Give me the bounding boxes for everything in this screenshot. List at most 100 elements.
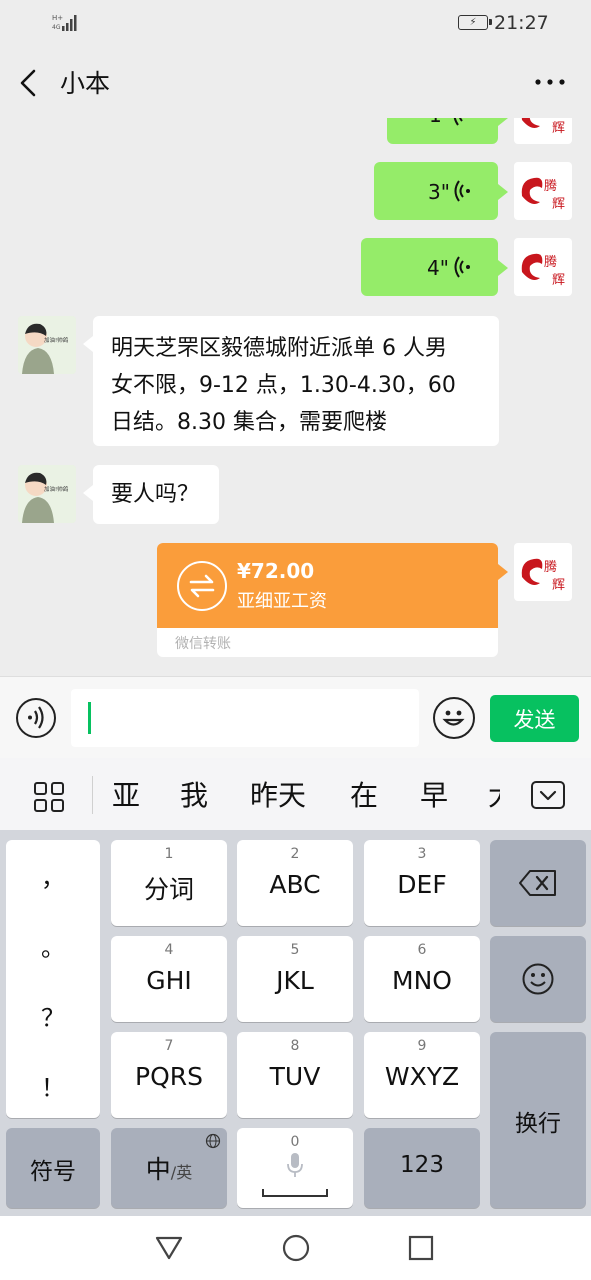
input-bar: 发送	[0, 676, 591, 758]
key-number: 1	[164, 846, 174, 862]
emoji-key[interactable]	[490, 936, 586, 1022]
globe-icon	[205, 1133, 221, 1149]
message-input[interactable]	[71, 689, 419, 747]
voice-message[interactable]: 4"	[361, 238, 508, 296]
key-number: 8	[290, 1038, 300, 1054]
key-6[interactable]: 6 MNO	[364, 936, 480, 1022]
ime-menu-grid-icon[interactable]	[33, 781, 65, 813]
key-number: 9	[417, 1038, 427, 1054]
dragon-logo-icon: 腾 辉	[521, 177, 565, 212]
keyboard-collapse-icon[interactable]	[530, 780, 566, 810]
key-period[interactable]: 。	[6, 928, 100, 963]
transfer-card[interactable]: ¥72.00 亚细亚工资 微信转账	[157, 543, 498, 657]
candidate-word[interactable]: 昨天	[250, 774, 306, 814]
microphone-icon	[287, 1153, 303, 1177]
key-9[interactable]: 9 WXYZ	[364, 1032, 480, 1118]
candidate-word[interactable]: 亚	[112, 774, 140, 814]
key-3[interactable]: 3 DEF	[364, 840, 480, 926]
space-bar-icon	[262, 1189, 328, 1197]
emoji-button[interactable]	[433, 697, 475, 739]
smiley-icon	[522, 963, 554, 995]
svg-text:加油!帅鸽: 加油!帅鸽	[44, 336, 69, 344]
numbers-key[interactable]: 123	[364, 1128, 480, 1208]
message-line: 要人吗？	[111, 482, 200, 507]
my-avatar[interactable]: 腾 辉	[514, 162, 572, 220]
back-arrow-icon[interactable]	[14, 66, 44, 100]
key-number: 0	[290, 1134, 300, 1150]
lang-zh: 中	[145, 1155, 171, 1184]
voice-input-button[interactable]	[16, 698, 56, 738]
text-message[interactable]: 明天芝罘区毅德城附近派单 6 人男 女不限，9-12 点，1.30-4.30，6…	[83, 316, 499, 446]
status-time: 21:27	[494, 12, 549, 34]
key-number: 4	[164, 942, 174, 958]
ime-candidate-bar: 亚 我 昨天 在 早 大	[0, 758, 591, 830]
more-options-icon[interactable]	[532, 68, 568, 96]
key-exclaim[interactable]: ！	[6, 1068, 100, 1103]
message-line: 日结。8.30 集合，需要爬楼	[111, 410, 387, 435]
candidate-word[interactable]: 早	[420, 774, 448, 814]
svg-text:腾: 腾	[544, 559, 557, 575]
voice-wave-icon	[454, 256, 470, 278]
voice-message[interactable]: 1"	[387, 118, 508, 144]
ime-keyboard: ， 。 ？ ！ 1 分词 2 ABC 3 DEF 4 GHI 5 JKL 6 M…	[0, 830, 591, 1216]
send-button[interactable]: 发送	[490, 695, 579, 742]
svg-text:辉: 辉	[552, 578, 565, 593]
contact-avatar[interactable]: 加油!帅鸽	[18, 465, 76, 523]
my-avatar[interactable]: 腾 辉	[514, 118, 572, 144]
transfer-card-top: ¥72.00 亚细亚工资	[157, 543, 498, 628]
candidate-word[interactable]: 大	[488, 774, 500, 814]
backspace-key[interactable]	[490, 840, 586, 926]
key-1[interactable]: 1 分词	[111, 840, 227, 926]
text-caret	[88, 702, 91, 734]
key-label: 符号	[30, 1159, 76, 1185]
punctuation-column[interactable]: ， 。 ？ ！	[6, 840, 100, 1118]
message-list[interactable]: 1" 腾 辉 3" 腾 辉 4"	[0, 118, 591, 676]
transfer-arrows-icon	[177, 561, 227, 611]
key-4[interactable]: 4 GHI	[111, 936, 227, 1022]
dragon-logo-icon: 腾 辉	[521, 558, 565, 593]
candidate-word[interactable]: 在	[350, 774, 378, 814]
voice-duration: 4"	[427, 256, 449, 280]
key-label: GHI	[146, 966, 192, 995]
key-label: 换行	[515, 1111, 561, 1137]
my-avatar[interactable]: 腾 辉	[514, 238, 572, 296]
language-label: 中/英	[111, 1150, 227, 1186]
voice-duration: 3"	[428, 180, 450, 204]
key-2[interactable]: 2 ABC	[237, 840, 353, 926]
voice-message[interactable]: 3"	[374, 162, 508, 220]
key-label: ABC	[269, 870, 321, 899]
transfer-footer: 微信转账	[175, 636, 231, 652]
key-label: PQRS	[135, 1062, 203, 1091]
key-number: 3	[417, 846, 427, 862]
svg-text:4G: 4G	[52, 24, 61, 31]
language-switch-key[interactable]: 中/英	[111, 1128, 227, 1208]
key-5[interactable]: 5 JKL	[237, 936, 353, 1022]
my-avatar[interactable]: 腾 辉	[514, 543, 572, 601]
symbols-key[interactable]: 符号	[6, 1128, 100, 1208]
nav-back-icon[interactable]	[154, 1233, 184, 1263]
nav-recents-icon[interactable]	[406, 1233, 436, 1263]
system-nav-bar	[0, 1216, 591, 1280]
enter-key[interactable]: 换行	[490, 1032, 586, 1208]
key-8[interactable]: 8 TUV	[237, 1032, 353, 1118]
contact-avatar[interactable]: 加油!帅鸽	[18, 316, 76, 374]
text-message[interactable]: 要人吗？	[83, 465, 219, 524]
voice-wave-icon	[454, 180, 470, 202]
key-label: DEF	[397, 870, 447, 899]
space-key[interactable]: 0	[237, 1128, 353, 1208]
chat-header: 小本	[0, 46, 591, 118]
transfer-bubble-tail	[498, 564, 508, 580]
dragon-logo-icon: 腾 辉	[521, 253, 565, 288]
nav-home-icon[interactable]	[281, 1233, 311, 1263]
signal-icon: H+ 4G	[52, 14, 77, 31]
svg-text:腾: 腾	[544, 178, 557, 194]
key-label: WXYZ	[384, 1062, 460, 1091]
key-number: 2	[290, 846, 300, 862]
candidate-word[interactable]: 我	[180, 774, 208, 814]
key-7[interactable]: 7 PQRS	[111, 1032, 227, 1118]
key-comma[interactable]: ，	[6, 858, 100, 893]
divider	[92, 776, 93, 814]
chat-title: 小本	[60, 69, 111, 98]
key-question[interactable]: ？	[6, 998, 100, 1033]
backspace-icon	[519, 870, 556, 896]
